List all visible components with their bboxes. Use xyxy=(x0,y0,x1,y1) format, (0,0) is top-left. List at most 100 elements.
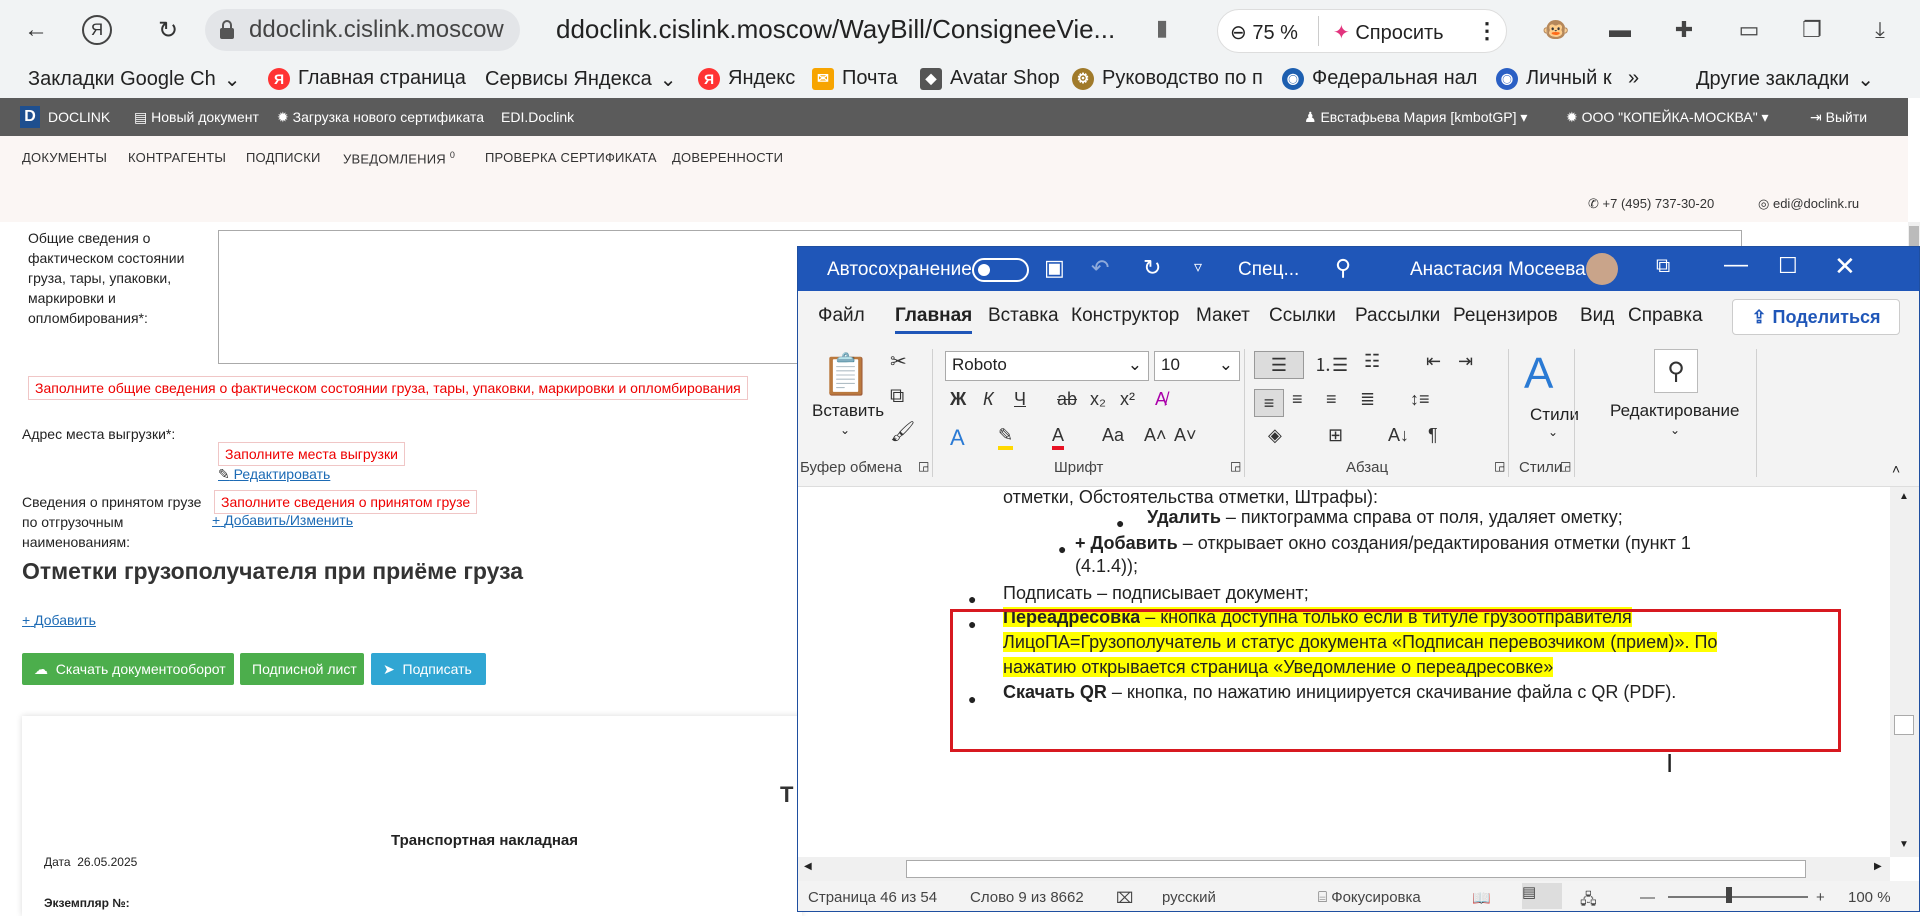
undo-icon[interactable]: ↶ xyxy=(1091,255,1109,281)
logo-text[interactable]: DOCLINK xyxy=(48,109,110,125)
maximize-icon[interactable]: ☐ xyxy=(1778,253,1798,279)
zoom-slider-thumb[interactable] xyxy=(1726,887,1732,903)
word-user-name[interactable]: Анастасия Мосеева xyxy=(1410,259,1586,281)
tab-layout[interactable]: Макет xyxy=(1196,305,1250,327)
styles-icon[interactable]: A xyxy=(1524,349,1553,399)
focus-mode[interactable]: ⌸ Фокусировка xyxy=(1318,889,1421,906)
sort-icon[interactable]: A↓ xyxy=(1388,425,1409,446)
menu-documents[interactable]: ДОКУМЕНТЫ xyxy=(22,150,107,165)
tab-view[interactable]: Вид xyxy=(1580,305,1614,327)
user-menu[interactable]: ♟ Евстафьева Мария [kmbotGP] ▾ xyxy=(1304,109,1527,126)
scroll-up-icon[interactable]: ▲ xyxy=(1899,491,1909,502)
vertical-scrollbar[interactable]: ▲ ▼ xyxy=(1890,487,1919,857)
scroll-thumb[interactable] xyxy=(906,860,1806,878)
extensions-icon[interactable]: ✚ xyxy=(1668,14,1700,46)
tab-home[interactable]: Главная xyxy=(895,305,973,334)
scroll-right-icon[interactable]: ▶ xyxy=(1874,861,1882,872)
subscript-icon[interactable]: x₂ xyxy=(1090,389,1106,410)
underline-icon[interactable]: Ч xyxy=(1014,389,1026,410)
yandex-button[interactable]: Я xyxy=(82,15,112,45)
justify-icon[interactable]: ≣ xyxy=(1360,389,1375,410)
cut-icon[interactable]: ✂ xyxy=(890,349,907,374)
font-size-combo[interactable]: 10 ⌄ xyxy=(1154,351,1240,381)
bookmark-mail[interactable]: ✉ Почта xyxy=(812,67,898,90)
bookmark-google[interactable]: Закладки Google Ch ⌄ xyxy=(28,67,241,92)
zoom-percent[interactable]: 100 % xyxy=(1848,889,1891,906)
bookmark-home[interactable]: Я Главная страница xyxy=(268,67,466,90)
share-button[interactable]: ⇪ Поделиться xyxy=(1732,299,1900,335)
multilevel-list-icon[interactable]: ☷ xyxy=(1364,351,1380,372)
format-painter-icon[interactable]: 🖌 xyxy=(890,419,915,444)
reload-button[interactable]: ↻ xyxy=(148,10,188,50)
paste-button[interactable]: Вставить xyxy=(812,401,884,421)
web-layout-icon[interactable]: 🖧 xyxy=(1580,889,1597,911)
site-chip[interactable]: ddoclink.cislink.moscow xyxy=(205,9,520,51)
extension-bar-icon[interactable]: ▬ xyxy=(1604,14,1636,46)
bookmark-yandex[interactable]: Я Яндекс xyxy=(698,67,795,90)
scroll-down-icon[interactable]: ▼ xyxy=(1899,839,1909,850)
menu-subscriptions[interactable]: ПОДПИСКИ xyxy=(246,150,321,165)
language[interactable]: русский xyxy=(1162,889,1216,906)
page-count[interactable]: Страница 46 из 54 xyxy=(808,889,937,906)
close-icon[interactable]: ✕ xyxy=(1834,251,1856,282)
align-left-icon[interactable]: ≡ xyxy=(1254,389,1284,417)
zoom-in-icon[interactable]: + xyxy=(1816,889,1825,906)
add-change-cargo-link[interactable]: + Добавить/Изменить xyxy=(212,512,353,528)
shading-icon[interactable]: ◈ xyxy=(1268,425,1282,446)
proofing-icon[interactable]: ⌧ xyxy=(1116,889,1133,907)
clear-formatting-icon[interactable]: A̸ xyxy=(1155,389,1167,410)
search-icon[interactable]: ⚲ xyxy=(1335,255,1351,281)
tab-review[interactable]: Рецензиров xyxy=(1453,305,1558,327)
editing-button[interactable]: Редактирование xyxy=(1610,401,1740,421)
grow-font-icon[interactable]: A˄ xyxy=(1144,425,1167,446)
zoom-level[interactable]: ⊖ 75 % xyxy=(1230,20,1298,45)
dialog-launcher-icon[interactable]: ◲ xyxy=(918,459,929,473)
italic-icon[interactable]: К xyxy=(983,389,994,410)
email-contact[interactable]: ◎ edi@doclink.ru xyxy=(1758,196,1859,212)
ask-button[interactable]: ✦ Спросить xyxy=(1333,20,1444,45)
more-options-icon[interactable]: ⋮ xyxy=(1476,18,1498,44)
doclink-logo[interactable]: D xyxy=(20,106,40,128)
word-count[interactable]: Слово 9 из 8662 xyxy=(970,889,1084,906)
dialog-launcher-icon[interactable]: ◲ xyxy=(1230,459,1241,473)
logout-link[interactable]: ⇥ Выйти xyxy=(1810,109,1867,126)
bold-icon[interactable]: Ж xyxy=(950,389,966,410)
increase-indent-icon[interactable]: ⇥ xyxy=(1458,351,1473,372)
sign-button[interactable]: ➤ Подписать xyxy=(371,653,486,685)
save-icon[interactable]: ▣ xyxy=(1044,255,1065,281)
line-spacing-icon[interactable]: ↕≡ xyxy=(1410,389,1430,410)
collapse-ribbon-icon[interactable]: ˄ xyxy=(1892,461,1900,477)
chevron-down-icon[interactable]: ⌄ xyxy=(1670,423,1680,437)
tab-references[interactable]: Ссылки xyxy=(1269,305,1336,327)
copy-icon[interactable]: ⧉ xyxy=(890,385,904,408)
scroll-thumb[interactable] xyxy=(1894,715,1914,735)
more-bookmarks[interactable]: » xyxy=(1628,67,1639,90)
document-name[interactable]: Спец... xyxy=(1238,259,1299,281)
strikethrough-icon[interactable]: ab xyxy=(1057,389,1077,410)
extension-avatar-icon[interactable]: 🐵 xyxy=(1540,14,1572,46)
change-case-icon[interactable]: Aa xyxy=(1102,425,1124,446)
edit-address-link[interactable]: ✎ Редактировать xyxy=(218,466,330,483)
other-bookmarks[interactable]: Другие закладки ⌄ xyxy=(1696,67,1874,92)
user-avatar[interactable] xyxy=(1586,253,1618,285)
bullets-icon[interactable]: ☰ xyxy=(1254,351,1304,379)
add-mark-link[interactable]: + Добавить xyxy=(22,612,96,628)
download-icon[interactable]: ⤓ xyxy=(1864,14,1896,46)
paste-icon[interactable]: 📋 xyxy=(821,349,871,399)
menu-notifications[interactable]: УВЕДОМЛЕНИЯ 0 xyxy=(343,150,455,166)
font-color-icon[interactable]: A xyxy=(1052,425,1065,450)
upload-cert-link[interactable]: ✹ Загрузка нового сертификата xyxy=(277,109,484,126)
numbering-icon[interactable]: ⒈☰ xyxy=(1314,351,1348,377)
find-icon[interactable]: ⚲ xyxy=(1654,349,1698,393)
text-effects-icon[interactable]: A xyxy=(950,425,965,451)
tab-mailings[interactable]: Рассылки xyxy=(1355,305,1440,327)
address-bar[interactable]: ddoclink.cislink.moscow/WayBill/Consigne… xyxy=(556,14,1115,45)
superscript-icon[interactable]: x² xyxy=(1120,389,1135,410)
ribbon-display-icon[interactable]: ⧉ xyxy=(1656,255,1670,278)
bookmark-avatar-shop[interactable]: ◆ Avatar Shop xyxy=(920,67,1060,90)
bookmark-icon[interactable]: ▮ xyxy=(1156,15,1168,41)
horizontal-scrollbar[interactable]: ◀ ▶ xyxy=(798,857,1890,881)
back-button[interactable]: ← xyxy=(16,10,56,50)
bookmark-tax[interactable]: ◉ Федеральная нал xyxy=(1282,67,1477,90)
tab-help[interactable]: Справка xyxy=(1628,305,1703,327)
